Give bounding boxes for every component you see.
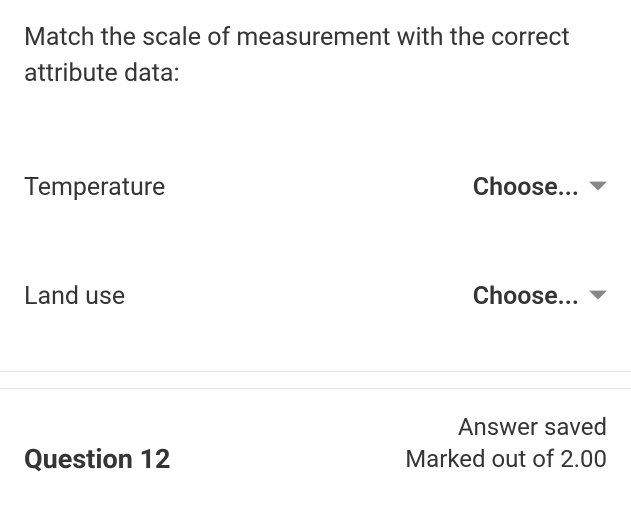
status-block: Answer saved Marked out of 2.00 (405, 411, 607, 476)
dropdown-selected-text: Choose... (473, 282, 579, 311)
question-number: Question 12 (24, 443, 171, 475)
status-saved: Answer saved (405, 411, 607, 443)
section-divider (0, 371, 631, 389)
question-footer: Question 12 Answer saved Marked out of 2… (0, 389, 631, 486)
question-body: Match the scale of measurement with the … (0, 0, 631, 371)
match-label: Land use (24, 282, 125, 311)
chevron-down-icon (589, 287, 607, 306)
dropdown-land-use[interactable]: Choose... (473, 282, 607, 311)
match-row-temperature: Temperature Choose... (24, 173, 607, 202)
status-marks: Marked out of 2.00 (405, 443, 607, 475)
dropdown-selected-text: Choose... (473, 173, 579, 202)
match-row-land-use: Land use Choose... (24, 282, 607, 311)
chevron-down-icon (589, 178, 607, 197)
dropdown-temperature[interactable]: Choose... (473, 173, 607, 202)
question-prompt: Match the scale of measurement with the … (24, 20, 607, 93)
match-label: Temperature (24, 173, 165, 202)
